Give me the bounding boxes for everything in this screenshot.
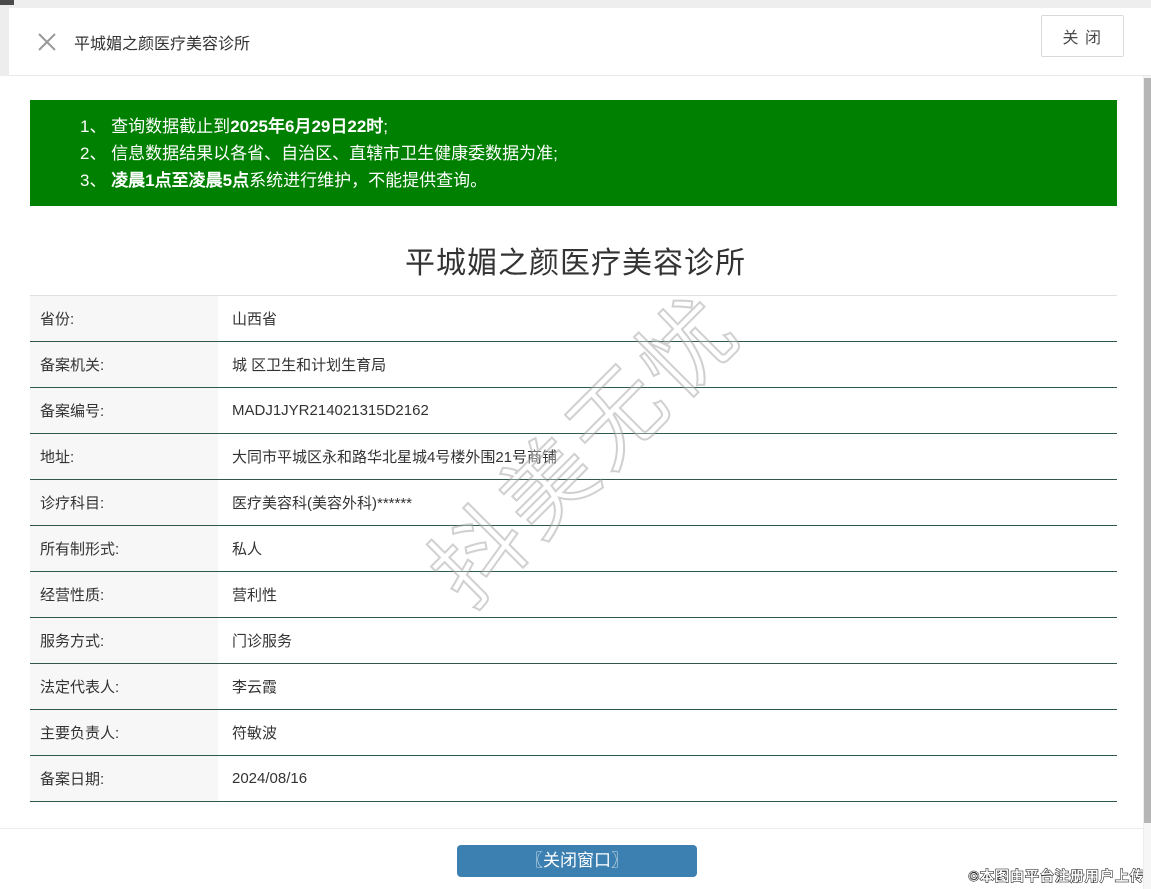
row-value: 山西省 bbox=[218, 296, 277, 341]
table-row: 备案机关: 城 区卫生和计划生育局 bbox=[30, 342, 1117, 388]
vertical-scrollbar[interactable] bbox=[1143, 76, 1151, 889]
notice-line: 1、 查询数据截止到2025年6月29日22时; bbox=[80, 113, 1097, 140]
table-row: 经营性质: 营利性 bbox=[30, 572, 1117, 618]
row-label: 备案日期: bbox=[30, 756, 218, 801]
row-value: 医疗美容科(美容外科)****** bbox=[218, 480, 412, 525]
close-button[interactable]: 关 闭 bbox=[1041, 15, 1124, 57]
row-label: 经营性质: bbox=[30, 572, 218, 617]
row-label: 省份: bbox=[30, 296, 218, 341]
row-value: MADJ1JYR214021315D2162 bbox=[218, 388, 429, 433]
scrollbar-thumb[interactable] bbox=[1144, 78, 1151, 823]
footer-divider bbox=[0, 828, 1151, 829]
table-row: 主要负责人: 符敏波 bbox=[30, 710, 1117, 756]
row-label: 所有制形式: bbox=[30, 526, 218, 571]
corner-notch bbox=[0, 0, 14, 5]
table-row: 地址: 大同市平城区永和路华北星城4号楼外围21号商铺 bbox=[30, 434, 1117, 480]
row-value: 大同市平城区永和路华北星城4号楼外围21号商铺 bbox=[218, 434, 557, 479]
table-row: 法定代表人: 李云霞 bbox=[30, 664, 1117, 710]
row-value: 2024/08/16 bbox=[218, 756, 307, 801]
table-row: 服务方式: 门诊服务 bbox=[30, 618, 1117, 664]
row-value: 门诊服务 bbox=[218, 618, 292, 663]
row-label: 法定代表人: bbox=[30, 664, 218, 709]
notice-line: 3、 凌晨1点至凌晨5点系统进行维护，不能提供查询。 bbox=[80, 167, 1097, 194]
notice-line: 2、 信息数据结果以各省、自治区、直辖市卫生健康委数据为准; bbox=[80, 140, 1097, 167]
row-value: 李云霞 bbox=[218, 664, 277, 709]
table-row: 备案编号: MADJ1JYR214021315D2162 bbox=[30, 388, 1117, 434]
notice-banner: 1、 查询数据截止到2025年6月29日22时; 2、 信息数据结果以各省、自治… bbox=[30, 100, 1117, 206]
row-label: 备案编号: bbox=[30, 388, 218, 433]
row-label: 主要负责人: bbox=[30, 710, 218, 755]
page-top-strip bbox=[0, 0, 1151, 8]
info-table: 省份: 山西省 备案机关: 城 区卫生和计划生育局 备案编号: MADJ1JYR… bbox=[30, 295, 1117, 802]
row-label: 诊疗科目: bbox=[30, 480, 218, 525]
table-row: 备案日期: 2024/08/16 bbox=[30, 756, 1117, 802]
table-row: 所有制形式: 私人 bbox=[30, 526, 1117, 572]
row-label: 地址: bbox=[30, 434, 218, 479]
row-value: 营利性 bbox=[218, 572, 277, 617]
table-row: 省份: 山西省 bbox=[30, 296, 1117, 342]
table-row: 诊疗科目: 医疗美容科(美容外科)****** bbox=[30, 480, 1117, 526]
row-label: 备案机关: bbox=[30, 342, 218, 387]
dialog-title: 平城媚之颜医疗美容诊所 bbox=[74, 30, 250, 54]
close-window-button[interactable]: 〖关闭窗口〗 bbox=[457, 845, 697, 877]
row-label: 服务方式: bbox=[30, 618, 218, 663]
close-icon[interactable] bbox=[37, 32, 57, 52]
corner-watermark: ©本图由平台注册用户上传 bbox=[969, 866, 1145, 886]
row-value: 城 区卫生和计划生育局 bbox=[218, 342, 386, 387]
row-value: 符敏波 bbox=[218, 710, 277, 755]
row-value: 私人 bbox=[218, 526, 262, 571]
page-left-strip bbox=[0, 0, 9, 76]
dialog-header: 平城媚之颜医疗美容诊所 bbox=[9, 8, 1151, 76]
page-title: 平城媚之颜医疗美容诊所 bbox=[0, 238, 1151, 282]
